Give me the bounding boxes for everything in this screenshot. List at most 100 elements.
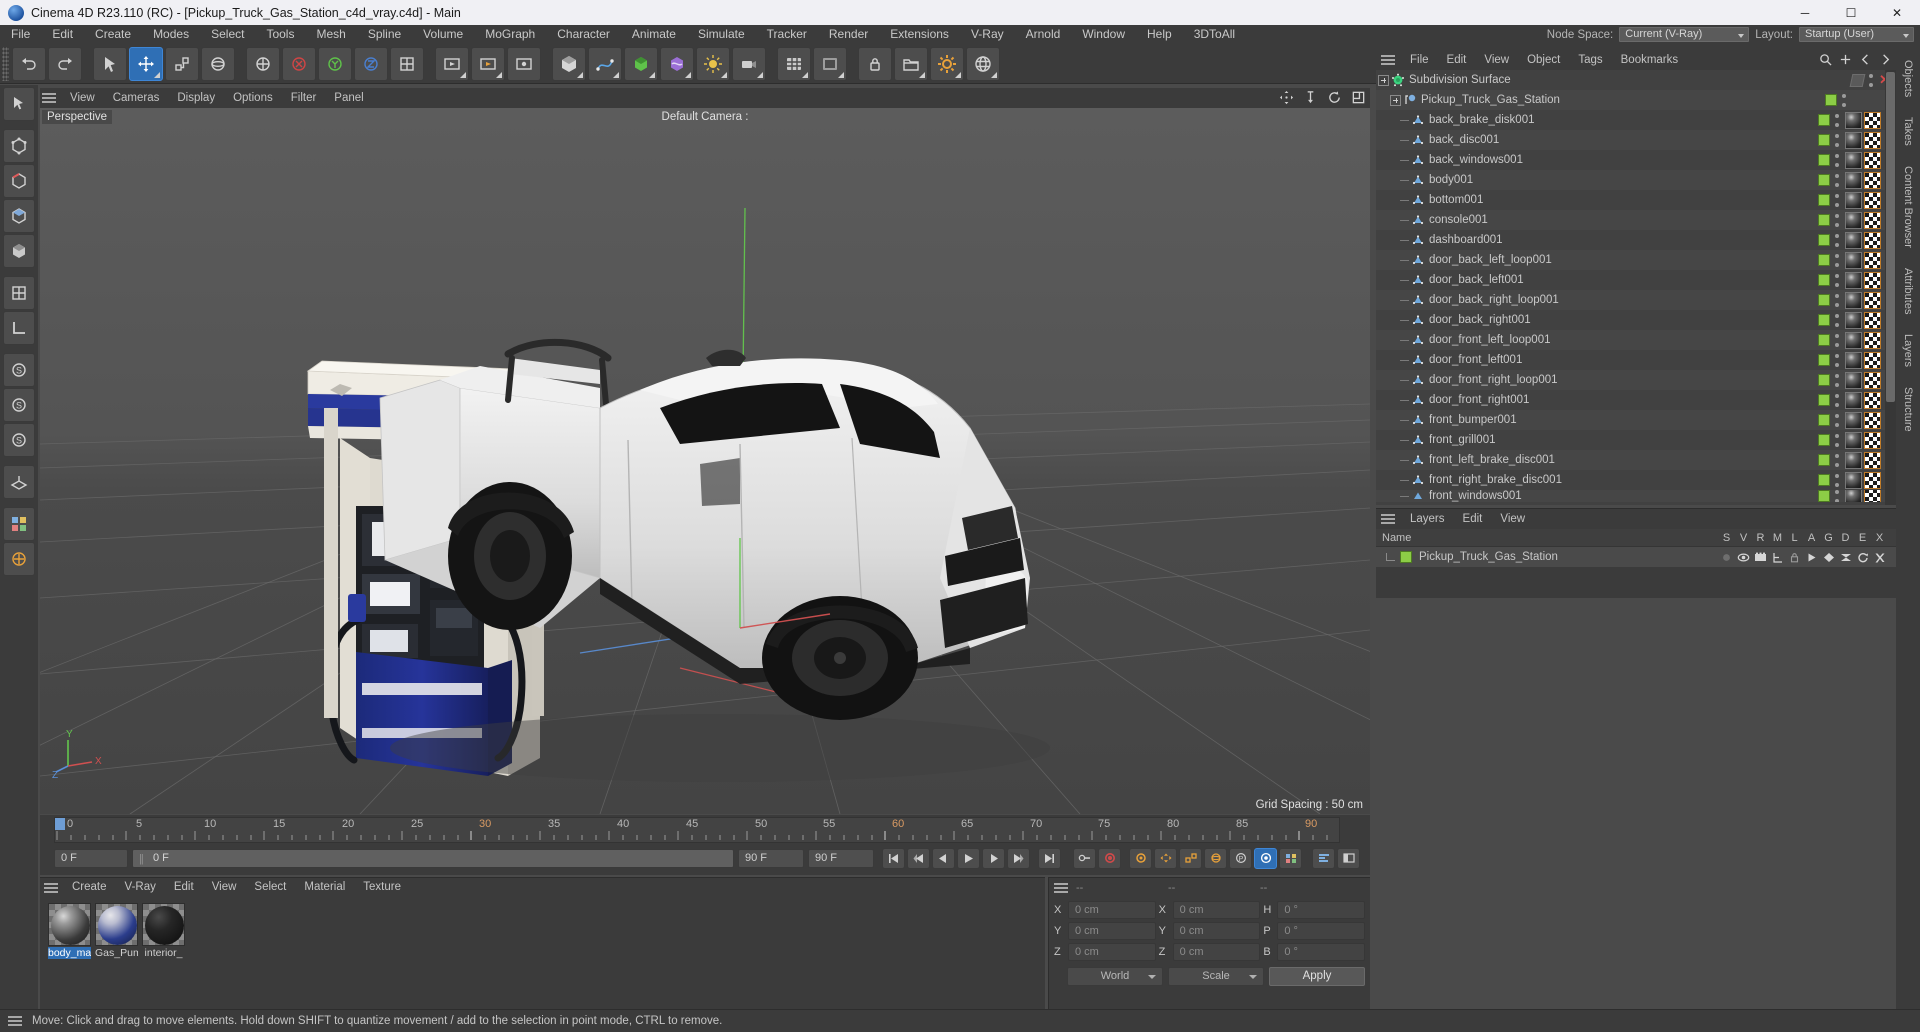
- snap-settings-tool[interactable]: S: [3, 388, 35, 422]
- add-environment-button[interactable]: [696, 46, 730, 81]
- point-mode-tool[interactable]: [3, 129, 35, 163]
- position-z-field[interactable]: 0 cm: [1068, 943, 1156, 961]
- material-menu-vray[interactable]: V-Ray: [116, 878, 165, 897]
- content-browser-button[interactable]: [894, 46, 928, 81]
- menu-edit[interactable]: Edit: [41, 25, 84, 44]
- object-visibility-dots[interactable]: [1869, 73, 1874, 87]
- go-to-start-button[interactable]: [882, 847, 905, 869]
- enable-axis-tool[interactable]: S: [3, 353, 35, 387]
- layers-col-l[interactable]: L: [1786, 532, 1803, 544]
- transform-mode-select[interactable]: Scale: [1168, 967, 1264, 986]
- add-cube-button[interactable]: [552, 46, 586, 81]
- model-mode-tool[interactable]: [3, 234, 35, 268]
- table-row[interactable]: door_front_right001: [1376, 390, 1896, 410]
- uv-tag-icon[interactable]: [1864, 351, 1881, 369]
- add-deformer-button[interactable]: [660, 46, 694, 81]
- position-y-field[interactable]: 0 cm: [1068, 922, 1156, 940]
- autokey-button[interactable]: [1073, 847, 1096, 869]
- object-menu-object[interactable]: Object: [1518, 50, 1569, 70]
- menu-animate[interactable]: Animate: [621, 25, 687, 44]
- keyframe-position-button[interactable]: [1129, 847, 1152, 869]
- object-menu-view[interactable]: View: [1475, 50, 1518, 70]
- layers-col-a[interactable]: A: [1803, 532, 1820, 544]
- search-icon[interactable]: [1819, 53, 1832, 69]
- material-menu-view[interactable]: View: [203, 878, 246, 897]
- viewport-menu-options[interactable]: Options: [224, 88, 282, 108]
- scale-tool-button[interactable]: [165, 46, 199, 81]
- layers-col-m[interactable]: M: [1769, 532, 1786, 544]
- rotate-tool-button[interactable]: [201, 46, 235, 81]
- menu-3dtoall[interactable]: 3DToAll: [1183, 25, 1246, 44]
- uv-tag-icon[interactable]: [1864, 391, 1881, 409]
- uv-tag-icon[interactable]: [1864, 111, 1881, 129]
- layer-manager-toggle[interactable]: [1769, 552, 1786, 563]
- coordinates-grip-icon[interactable]: [1054, 881, 1068, 895]
- table-row[interactable]: front_bumper001: [1376, 410, 1896, 430]
- viewport-menu-cameras[interactable]: Cameras: [104, 88, 169, 108]
- web-browser-button[interactable]: [966, 46, 1000, 81]
- viewport-menu-display[interactable]: Display: [168, 88, 224, 108]
- menu-render[interactable]: Render: [818, 25, 879, 44]
- toolbar-grip[interactable]: [2, 46, 9, 81]
- table-row[interactable]: door_front_left_loop001: [1376, 330, 1896, 350]
- world-coordinate-button[interactable]: [390, 46, 424, 81]
- table-row[interactable]: door_front_right_loop001: [1376, 370, 1896, 390]
- status-bar-grip-icon[interactable]: [8, 1014, 22, 1028]
- rotation-p-field[interactable]: 0 °: [1277, 922, 1366, 940]
- range-end-field-2[interactable]: 90 F: [808, 848, 874, 868]
- scrollbar-thumb[interactable]: [1886, 72, 1895, 402]
- layer-generator-toggle[interactable]: [1820, 552, 1837, 563]
- menu-tools[interactable]: Tools: [255, 25, 305, 44]
- texture-axis-tool[interactable]: [3, 276, 35, 310]
- material-tag-icon[interactable]: [1845, 351, 1862, 369]
- material-tag-icon[interactable]: [1845, 111, 1862, 129]
- material-item-gas-pump[interactable]: Gas_Pum: [95, 903, 138, 959]
- viewport-menu-panel[interactable]: Panel: [325, 88, 372, 108]
- menu-modes[interactable]: Modes: [142, 25, 200, 44]
- layers-menu-layers[interactable]: Layers: [1401, 509, 1454, 529]
- material-menu-edit[interactable]: Edit: [165, 878, 203, 897]
- step-back-button[interactable]: [932, 847, 955, 869]
- timeline-view-button[interactable]: [1337, 847, 1360, 869]
- viewport-solo-tool[interactable]: [3, 507, 35, 541]
- next-key-button[interactable]: [1007, 847, 1030, 869]
- material-menu-material[interactable]: Material: [295, 878, 354, 897]
- position-x-field[interactable]: 0 cm: [1068, 901, 1156, 919]
- object-row-pickup-truck-gas-station[interactable]: Pickup_Truck_Gas_Station: [1376, 90, 1896, 110]
- table-row[interactable]: console001: [1376, 210, 1896, 230]
- menu-simulate[interactable]: Simulate: [687, 25, 756, 44]
- layers-grip-icon[interactable]: [1381, 512, 1395, 526]
- table-row[interactable]: bottom001: [1376, 190, 1896, 210]
- table-row[interactable]: back_brake_disk001: [1376, 110, 1896, 130]
- uv-tag-icon[interactable]: [1864, 411, 1881, 429]
- live-selection-tool[interactable]: [3, 87, 35, 121]
- layers-col-d[interactable]: D: [1837, 532, 1854, 544]
- object-manager-scrollbar[interactable]: [1885, 70, 1896, 505]
- layout-select[interactable]: Startup (User): [1799, 27, 1914, 42]
- viewport-filter-button[interactable]: [813, 46, 847, 81]
- size-x-field[interactable]: 0 cm: [1172, 901, 1261, 919]
- uv-tag-icon[interactable]: [1864, 211, 1881, 229]
- bookmark-back-icon[interactable]: [1859, 53, 1872, 69]
- apply-button[interactable]: Apply: [1269, 967, 1365, 986]
- layers-col-e[interactable]: E: [1854, 532, 1871, 544]
- viewport-menu-view[interactable]: View: [61, 88, 104, 108]
- table-row[interactable]: door_front_left001: [1376, 350, 1896, 370]
- uv-tag-icon[interactable]: [1864, 131, 1881, 149]
- table-row[interactable]: front_left_brake_disc001: [1376, 450, 1896, 470]
- layer-lock-toggle[interactable]: [1786, 552, 1803, 563]
- current-frame-field[interactable]: 0 F: [54, 848, 128, 868]
- material-item-interior[interactable]: interior_: [142, 903, 185, 959]
- edge-mode-tool[interactable]: [3, 164, 35, 198]
- menu-file[interactable]: File: [0, 25, 41, 44]
- previous-key-button[interactable]: [907, 847, 930, 869]
- lock-button[interactable]: [858, 46, 892, 81]
- uv-tag-icon[interactable]: [1864, 471, 1881, 489]
- minimize-button[interactable]: ─: [1782, 0, 1828, 25]
- menu-tracker[interactable]: Tracker: [756, 25, 818, 44]
- menu-spline[interactable]: Spline: [357, 25, 412, 44]
- tab-attributes[interactable]: Attributes: [1898, 258, 1918, 324]
- add-spline-button[interactable]: [588, 46, 622, 81]
- table-row[interactable]: front_grill001: [1376, 430, 1896, 450]
- object-menu-tags[interactable]: Tags: [1569, 50, 1611, 70]
